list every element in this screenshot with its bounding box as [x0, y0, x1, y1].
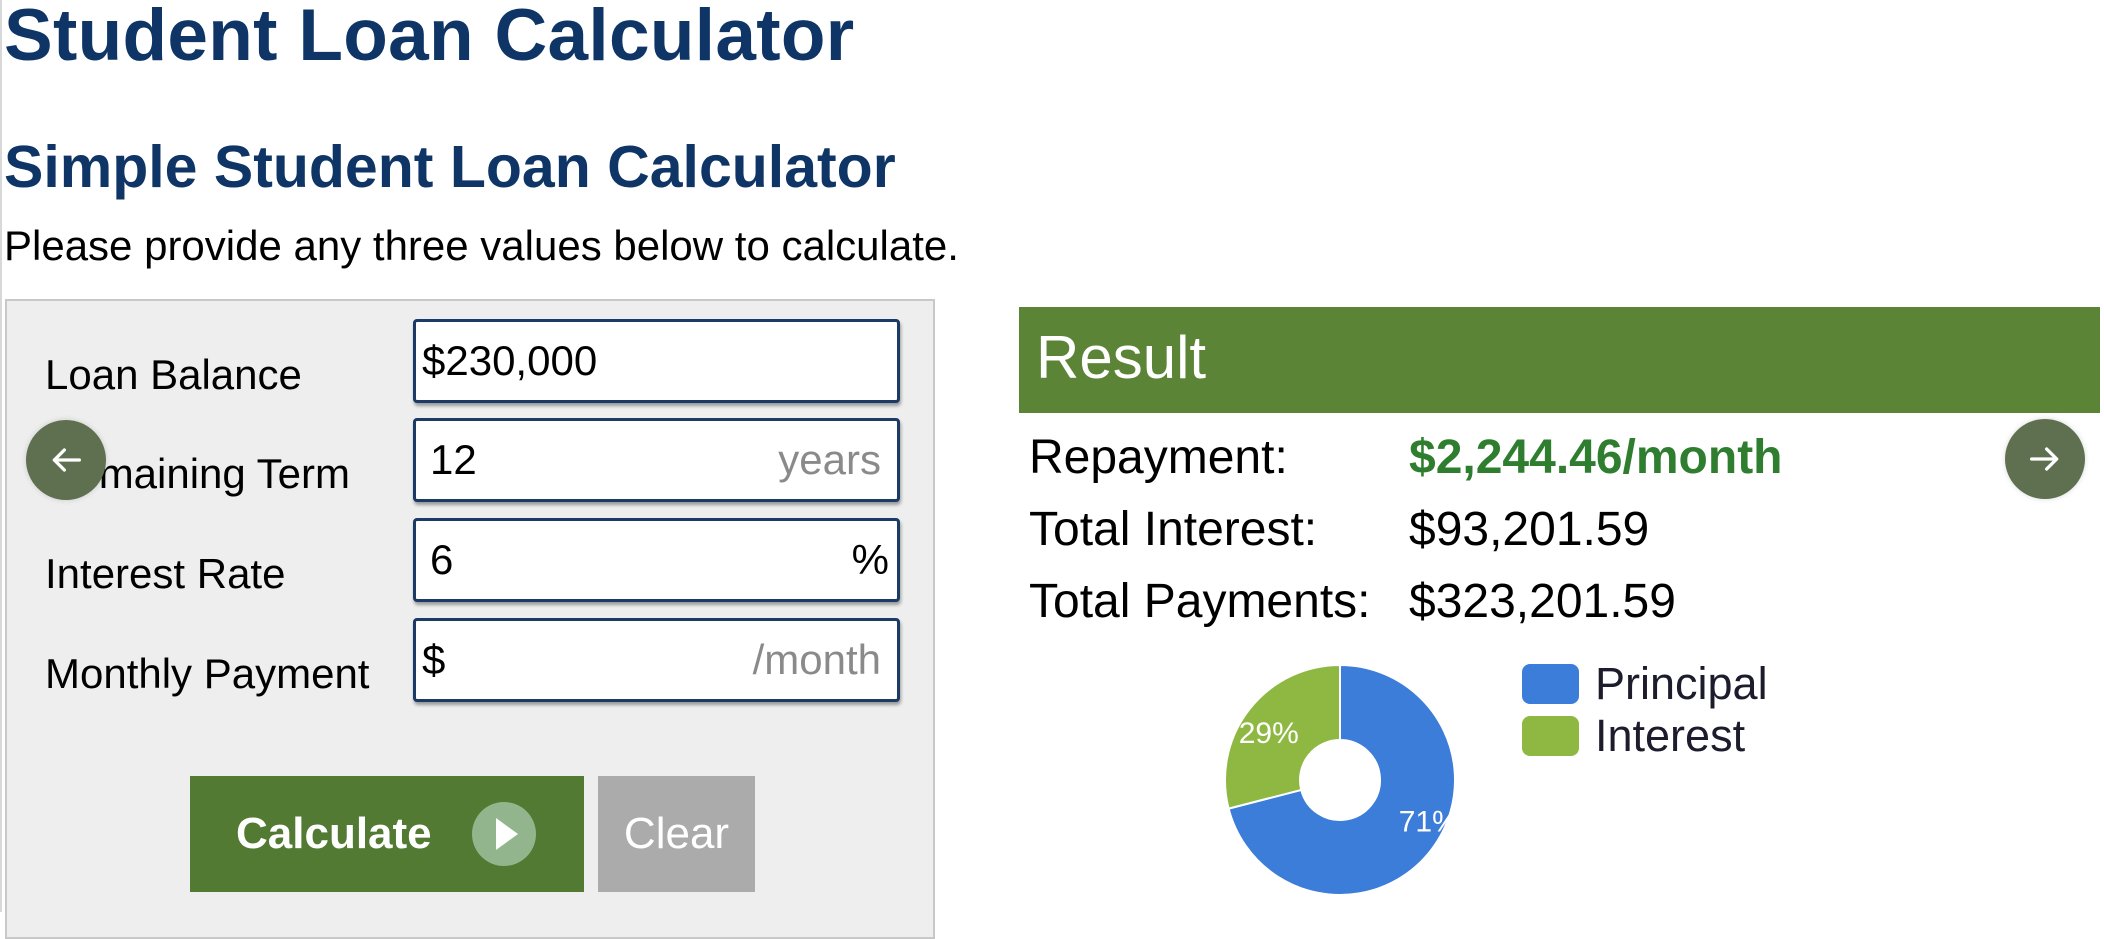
- legend-label-interest: Interest: [1595, 710, 1746, 761]
- legend-swatch-principal: [1522, 664, 1579, 704]
- remaining-term-field[interactable]: years: [413, 418, 900, 502]
- monthly-payment-input[interactable]: [445, 621, 753, 699]
- month-unit-label: /month: [752, 636, 881, 683]
- interest-rate-input[interactable]: [416, 521, 852, 599]
- interest-rate-field[interactable]: %: [413, 518, 900, 602]
- repayment-label: Repayment:: [1029, 431, 1288, 484]
- total-payments-label: Total Payments:: [1029, 575, 1371, 628]
- dollar-prefix-label: $: [422, 636, 446, 683]
- play-icon: [471, 802, 536, 866]
- calculate-button[interactable]: Calculate: [190, 776, 584, 892]
- result-header: Result: [1019, 307, 2100, 413]
- page-left-border: [0, 0, 2, 912]
- next-slide-button[interactable]: [2005, 419, 2085, 499]
- legend-swatch-interest: [1522, 716, 1579, 756]
- donut-label-interest: 29%: [1239, 717, 1299, 750]
- legend-label-principal: Principal: [1595, 658, 1768, 709]
- calculate-button-label: Calculate: [236, 809, 432, 858]
- page-title: Student Loan Calculator: [4, 0, 855, 76]
- clear-button[interactable]: Clear: [598, 776, 755, 892]
- total-interest-value: $93,201.59: [1409, 503, 1650, 556]
- years-unit-label: years: [778, 436, 881, 483]
- chart-legend: Principal Interest: [1522, 658, 1768, 762]
- principal-interest-donut-chart: 71% 29%: [1210, 655, 1470, 905]
- loan-balance-input[interactable]: [416, 322, 897, 400]
- previous-slide-button[interactable]: [26, 420, 106, 500]
- percent-unit-label: %: [851, 536, 889, 583]
- loan-form-panel: Loan Balance Remaining Term years Intere…: [5, 299, 935, 939]
- instruction-text: Please provide any three values below to…: [4, 222, 959, 269]
- arrow-left-icon: [52, 448, 82, 472]
- legend-item-interest: Interest: [1522, 710, 1768, 762]
- loan-balance-field[interactable]: [413, 319, 900, 403]
- remaining-term-input[interactable]: [416, 421, 779, 499]
- monthly-payment-label: Monthly Payment: [45, 650, 370, 697]
- calculator-subtitle: Simple Student Loan Calculator: [4, 134, 896, 200]
- arrow-right-icon: [2030, 447, 2059, 471]
- legend-item-principal: Principal: [1522, 658, 1768, 710]
- interest-rate-label: Interest Rate: [45, 550, 286, 597]
- repayment-value: $2,244.46/month: [1409, 431, 1783, 484]
- total-interest-label: Total Interest:: [1029, 503, 1318, 556]
- donut-label-principal: 71%: [1399, 806, 1459, 839]
- total-payments-value: $323,201.59: [1409, 575, 1676, 628]
- donut-chart-svg: 71% 29%: [1224, 663, 1459, 896]
- loan-balance-label: Loan Balance: [45, 351, 302, 398]
- monthly-payment-field[interactable]: $ /month: [413, 618, 900, 702]
